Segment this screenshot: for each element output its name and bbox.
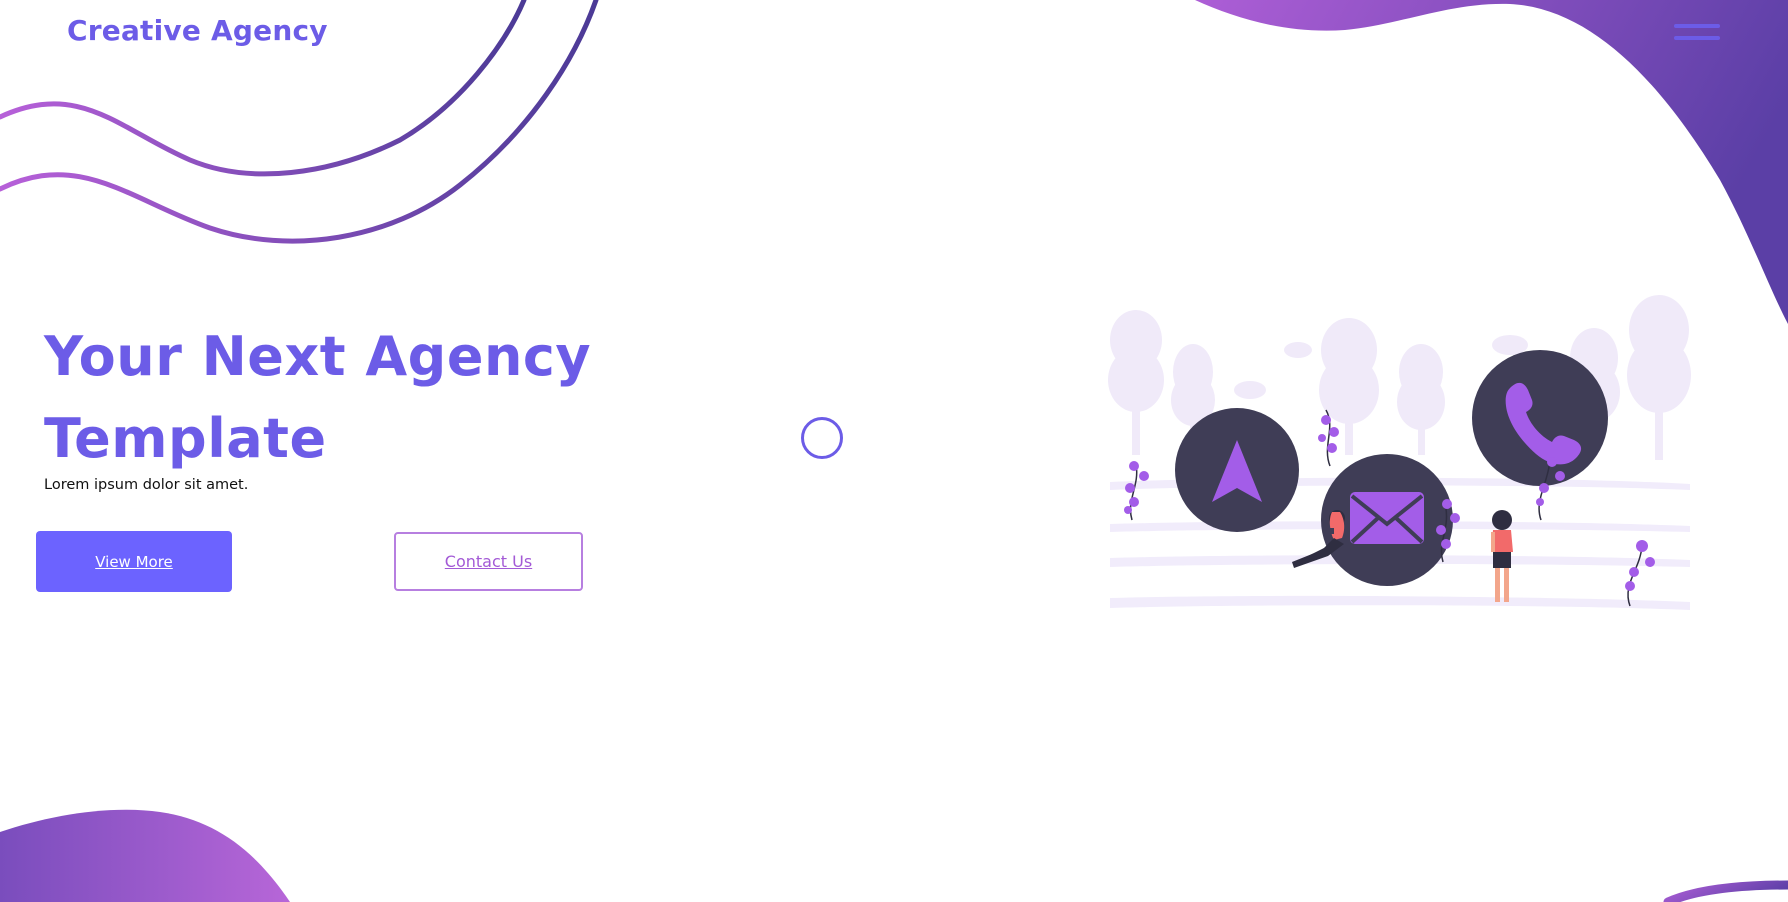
landing-page: Creative Agency Your Next Agency Templat…: [0, 0, 1788, 902]
hamburger-menu-icon[interactable]: [1672, 20, 1722, 46]
menu-line: [1674, 24, 1720, 28]
mail-envelope-icon: [1350, 492, 1424, 544]
top-right-wave-shape: [1195, 0, 1788, 324]
phone-circle: [1472, 350, 1608, 486]
hero-title: Your Next Agency Template: [44, 325, 592, 470]
hero-illustration: [1108, 295, 1691, 610]
logo[interactable]: Creative Agency: [67, 14, 328, 47]
hero-subtitle: Lorem ipsum dolor sit amet.: [44, 477, 249, 493]
contact-us-button[interactable]: Contact Us: [394, 532, 583, 591]
view-more-button[interactable]: View More: [36, 531, 232, 592]
person-standing: [1491, 510, 1513, 602]
bottom-left-wave-shape: [0, 809, 290, 902]
navigation-circle: [1175, 408, 1299, 532]
bottom-right-curve-line: [1663, 880, 1788, 902]
loading-circle: [801, 417, 843, 459]
menu-line: [1674, 36, 1720, 40]
